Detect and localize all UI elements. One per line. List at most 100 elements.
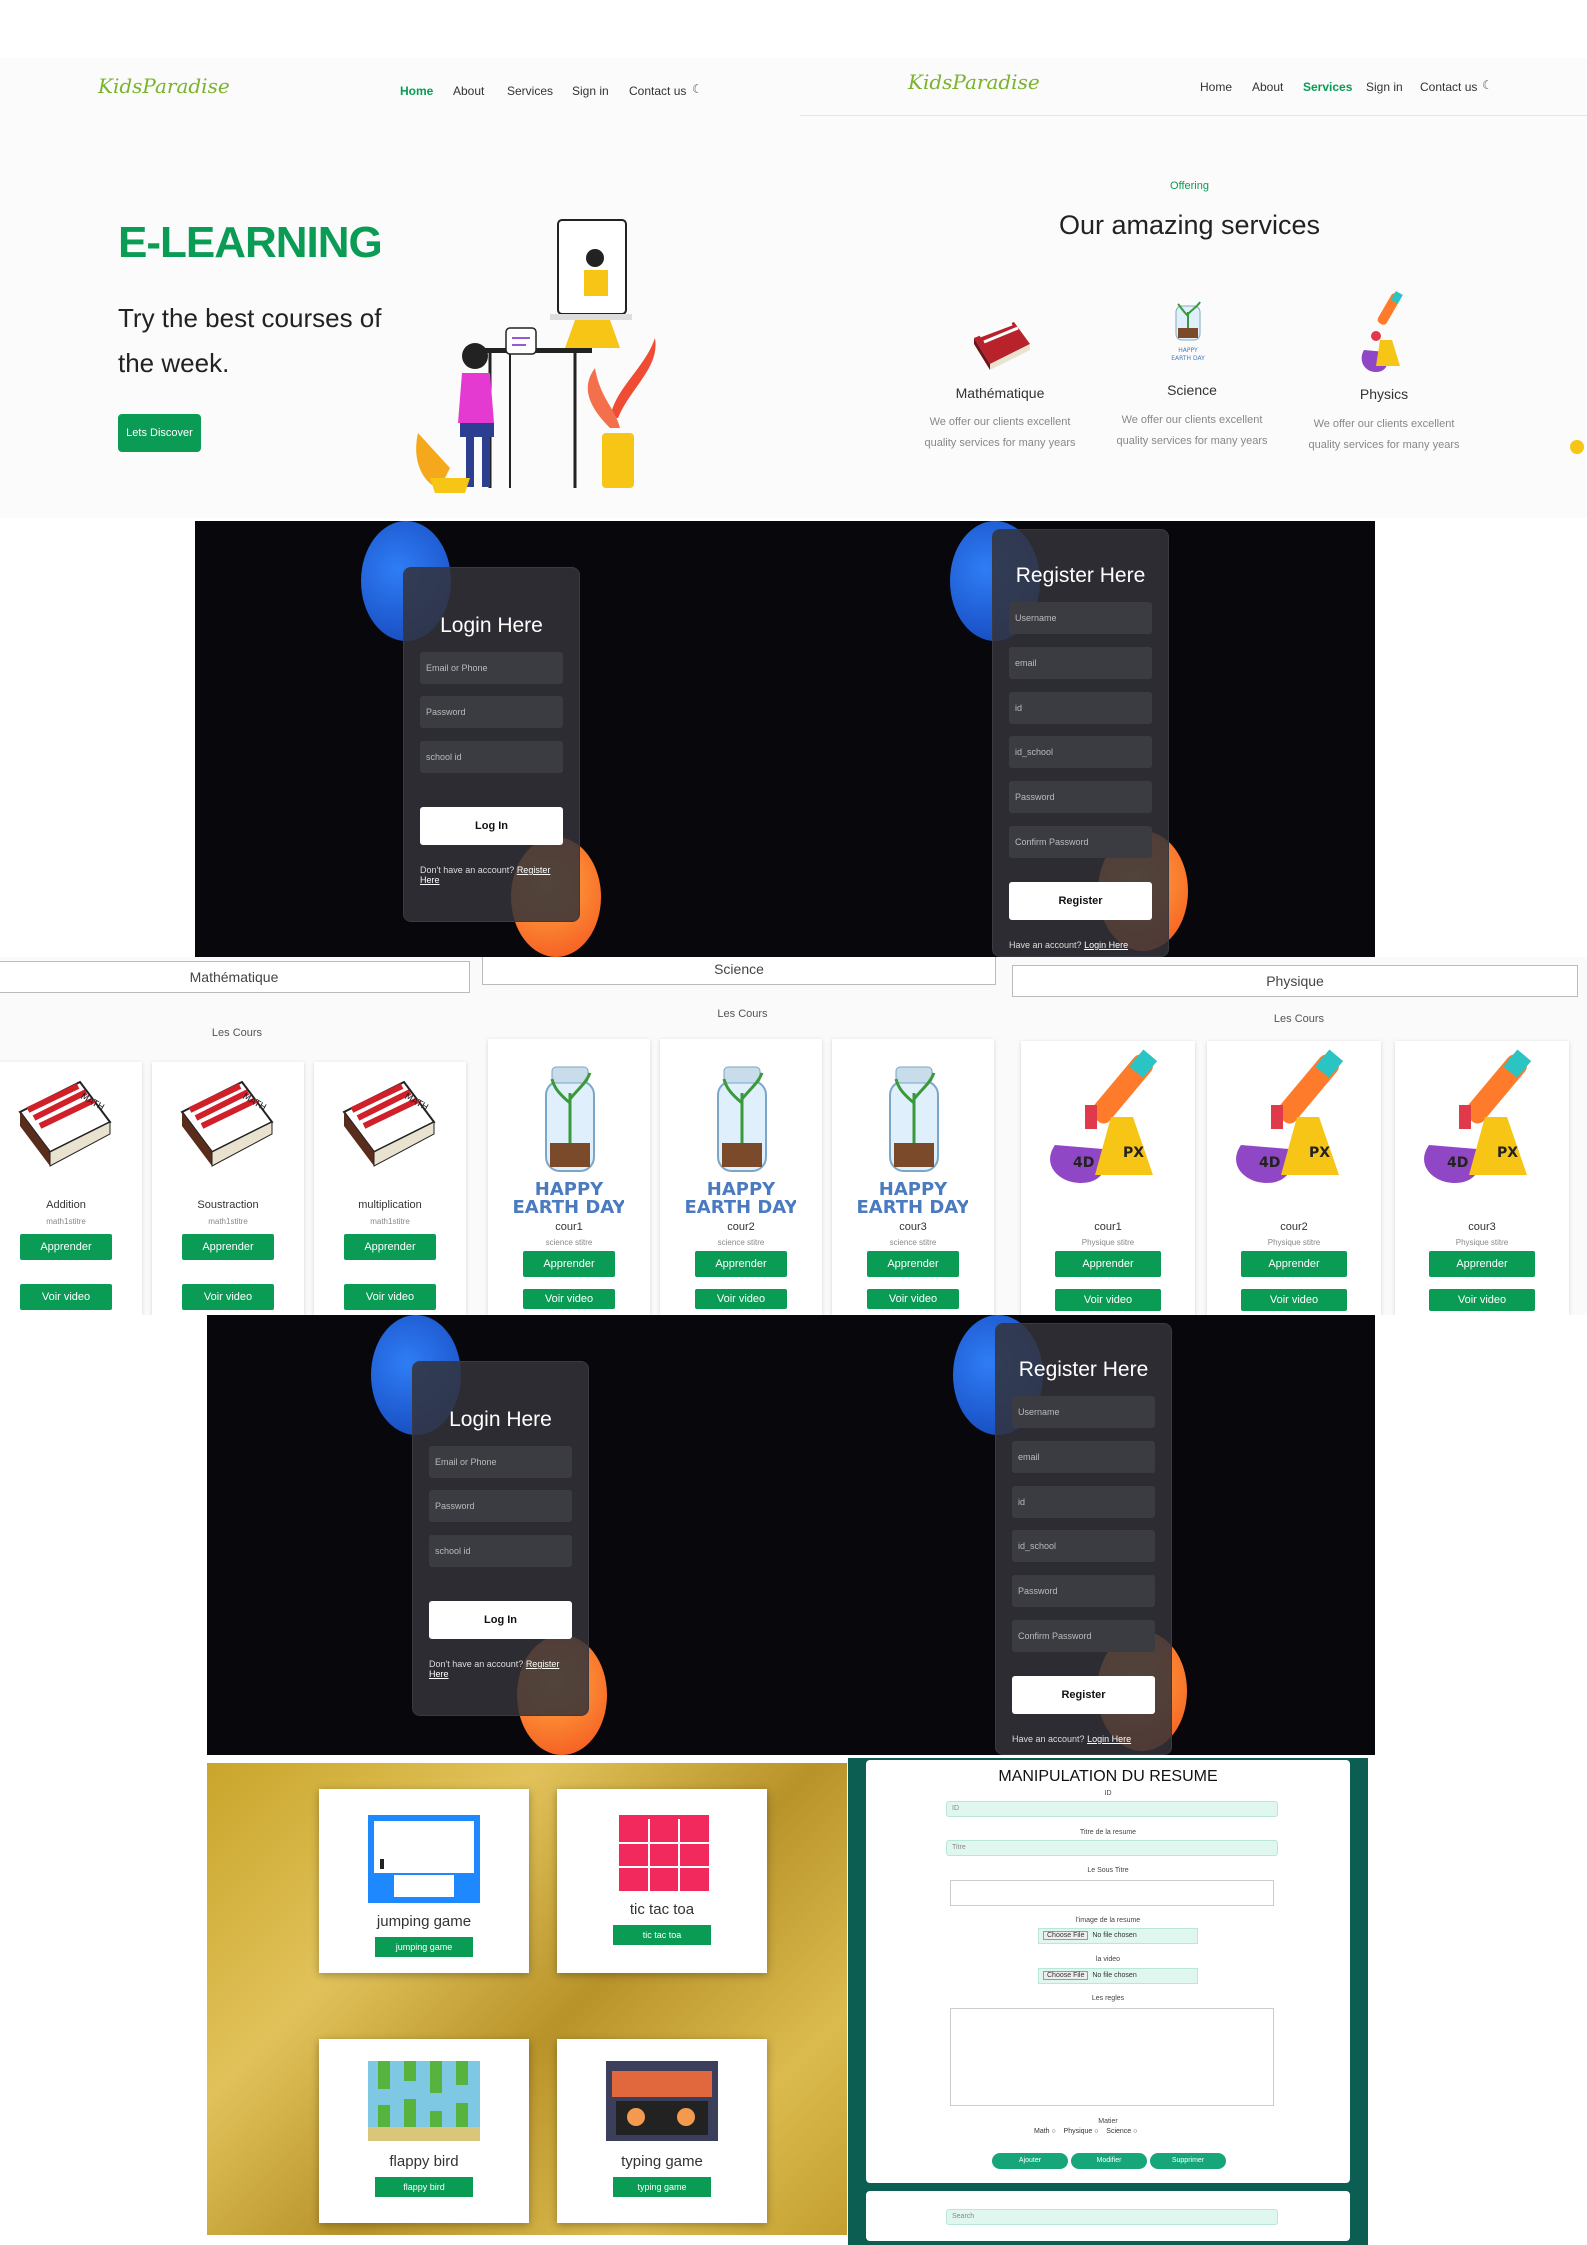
option-physique[interactable]: Physique ○ xyxy=(1064,2128,1099,2135)
register-button[interactable]: Register xyxy=(1009,882,1152,920)
sous-titre-textarea[interactable] xyxy=(950,1880,1274,1906)
login-footer-text: Don't have an account? xyxy=(420,865,515,875)
svg-text:HAPPY: HAPPY xyxy=(1178,347,1198,354)
moon-icon[interactable]: ☾ xyxy=(1482,78,1493,92)
option-science[interactable]: Science ○ xyxy=(1106,2128,1137,2135)
nav-home[interactable]: Home xyxy=(1200,80,1232,94)
apprender-button[interactable]: Apprender xyxy=(344,1234,436,1260)
services-section: KidsParadise Home About Services Sign in… xyxy=(800,58,1587,518)
course-card: 4D PX cour3 Physique stitre Apprender Vo… xyxy=(1395,1041,1569,1315)
apprender-button[interactable]: Apprender xyxy=(1429,1251,1535,1277)
choose-file-button[interactable]: Choose File xyxy=(1043,1971,1089,1980)
option-math[interactable]: Math ○ xyxy=(1034,2128,1056,2135)
regles-textarea[interactable] xyxy=(950,2008,1274,2106)
id-field[interactable]: id xyxy=(1012,1486,1155,1518)
nav-about[interactable]: About xyxy=(1252,80,1283,94)
email-field[interactable]: email xyxy=(1012,1441,1155,1473)
titre-input[interactable]: Titre xyxy=(946,1840,1278,1856)
login-link[interactable]: Login Here xyxy=(1087,1734,1131,1744)
apprender-button[interactable]: Apprender xyxy=(182,1234,274,1260)
nav-contact[interactable]: Contact us xyxy=(629,84,686,98)
voir-video-button[interactable]: Voir video xyxy=(1241,1289,1347,1311)
id-school-field[interactable]: id_school xyxy=(1009,736,1152,768)
apprender-button[interactable]: Apprender xyxy=(867,1251,959,1277)
nav-about[interactable]: About xyxy=(453,84,484,98)
brand-logo[interactable]: KidsParadise xyxy=(908,70,1040,94)
search-input[interactable]: Search xyxy=(946,2209,1278,2225)
course-name: Addition xyxy=(46,1199,86,1211)
course-name: multiplication xyxy=(358,1199,422,1211)
password-field[interactable]: Password xyxy=(1012,1575,1155,1607)
video-file-input[interactable]: Choose File No file chosen xyxy=(1038,1968,1198,1984)
username-field[interactable]: Username xyxy=(1009,602,1152,634)
login-link[interactable]: Login Here xyxy=(1084,940,1128,950)
physics-title: Physique xyxy=(1012,965,1578,997)
voir-video-button[interactable]: Voir video xyxy=(867,1289,959,1309)
voir-video-button[interactable]: Voir video xyxy=(344,1284,436,1310)
register-button[interactable]: Register xyxy=(1012,1676,1155,1714)
nav-signin[interactable]: Sign in xyxy=(1366,80,1403,94)
password-field[interactable]: Password xyxy=(1009,781,1152,813)
game-card[interactable]: tic tac toa tic tac toa xyxy=(557,1789,767,1973)
voir-video-button[interactable]: Voir video xyxy=(1429,1289,1535,1311)
brand-logo[interactable]: KidsParadise xyxy=(98,74,230,98)
confirm-password-field[interactable]: Confirm Password xyxy=(1012,1620,1155,1652)
school-id-field[interactable]: school id xyxy=(429,1535,572,1567)
voir-video-button[interactable]: Voir video xyxy=(182,1284,274,1310)
no-file-text: No file chosen xyxy=(1092,1932,1137,1939)
search-card: Search xyxy=(866,2191,1350,2241)
confirm-password-field[interactable]: Confirm Password xyxy=(1009,826,1152,858)
apprender-button[interactable]: Apprender xyxy=(523,1251,615,1277)
apprender-button[interactable]: Apprender xyxy=(20,1234,112,1260)
game-button[interactable]: flappy bird xyxy=(375,2177,473,2197)
supprimer-button[interactable]: Supprimer xyxy=(1150,2153,1226,2169)
email-field[interactable]: Email or Phone xyxy=(429,1446,572,1478)
id-school-field[interactable]: id_school xyxy=(1012,1530,1155,1562)
game-card[interactable]: jumping game jumping game xyxy=(319,1789,529,1973)
nav-contact[interactable]: Contact us xyxy=(1420,80,1477,94)
apprender-button[interactable]: Apprender xyxy=(1055,1251,1161,1277)
service-desc-physics-2: quality services for many years xyxy=(1308,439,1460,451)
email-field[interactable]: Email or Phone xyxy=(420,652,563,684)
voir-video-button[interactable]: Voir video xyxy=(1055,1289,1161,1311)
apprender-button[interactable]: Apprender xyxy=(1241,1251,1347,1277)
game-button[interactable]: typing game xyxy=(613,2177,711,2197)
ajouter-button[interactable]: Ajouter xyxy=(992,2153,1068,2169)
id-field[interactable]: id xyxy=(1009,692,1152,724)
login-button[interactable]: Log In xyxy=(429,1601,572,1639)
id-input[interactable]: ID xyxy=(946,1801,1278,1817)
apprender-button[interactable]: Apprender xyxy=(695,1251,787,1277)
svg-text:PX: PX xyxy=(1123,1145,1144,1161)
course-sub: science stitre xyxy=(717,1238,765,1247)
svg-text:EARTH DAY: EARTH DAY xyxy=(1171,355,1205,362)
voir-video-button[interactable]: Voir video xyxy=(20,1284,112,1310)
choose-file-button[interactable]: Choose File xyxy=(1043,1931,1089,1940)
course-name: Soustraction xyxy=(197,1199,259,1211)
nav-divider xyxy=(800,115,1587,116)
image-file-input[interactable]: Choose File No file chosen xyxy=(1038,1928,1198,1944)
lets-discover-button[interactable]: Lets Discover xyxy=(118,414,201,452)
nav-signin[interactable]: Sign in xyxy=(572,84,609,98)
service-name-physics: Physics xyxy=(1359,386,1409,402)
email-field[interactable]: email xyxy=(1009,647,1152,679)
modifier-button[interactable]: Modifier xyxy=(1071,2153,1147,2169)
game-card[interactable]: flappy bird flappy bird xyxy=(319,2039,529,2223)
voir-video-button[interactable]: Voir video xyxy=(695,1289,787,1309)
nav-home[interactable]: Home xyxy=(400,84,433,98)
password-field[interactable]: Password xyxy=(420,696,563,728)
username-field[interactable]: Username xyxy=(1012,1396,1155,1428)
moon-icon[interactable]: ☾ xyxy=(692,82,703,96)
science-courses-panel: Science Les Cours HAPPY EARTH DAY cour1 … xyxy=(474,957,1011,1315)
nav-services[interactable]: Services xyxy=(1303,80,1352,94)
voir-video-button[interactable]: Voir video xyxy=(523,1289,615,1309)
course-name: cour3 xyxy=(1468,1221,1496,1233)
course-card: HAPPY EARTH DAY cour3 science stitre App… xyxy=(832,1039,994,1315)
nav-services[interactable]: Services xyxy=(507,84,553,98)
game-card[interactable]: typing game typing game xyxy=(557,2039,767,2223)
game-button[interactable]: tic tac toa xyxy=(613,1925,711,1945)
game-button[interactable]: jumping game xyxy=(375,1937,473,1957)
login-button[interactable]: Log In xyxy=(420,807,563,845)
course-card: MATH Soustraction math1stitre Apprender … xyxy=(152,1062,304,1315)
school-id-field[interactable]: school id xyxy=(420,741,563,773)
password-field[interactable]: Password xyxy=(429,1490,572,1522)
